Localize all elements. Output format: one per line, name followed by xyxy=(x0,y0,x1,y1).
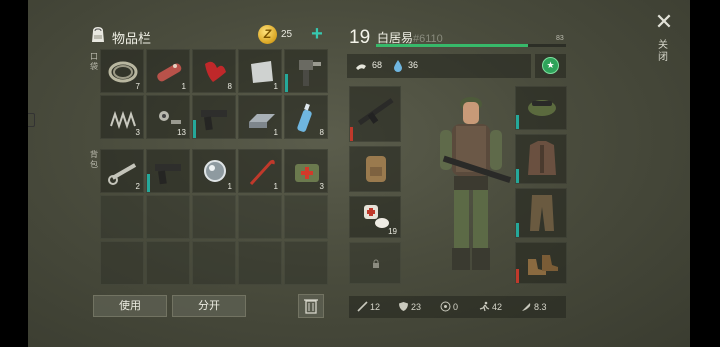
backpack-slot-first-aid-kit[interactable]: 3 xyxy=(284,149,328,193)
head-slot[interactable] xyxy=(515,86,567,130)
backpack-icon xyxy=(92,27,104,42)
weight-stat: 8.3 xyxy=(521,301,547,312)
torso-slot[interactable] xyxy=(515,134,567,184)
pocket-slot-pistol[interactable] xyxy=(192,95,236,139)
backpack-slot[interactable] xyxy=(349,146,401,192)
pocket-slot-rope[interactable]: 7 xyxy=(100,49,144,93)
backpack-slot-empty[interactable] xyxy=(100,241,144,285)
use-button[interactable]: 使用 xyxy=(93,295,167,317)
character-figure xyxy=(440,97,512,270)
xp-bar xyxy=(376,44,566,47)
close-button[interactable]: ✕ xyxy=(654,11,674,33)
backpack-slot-empty[interactable] xyxy=(284,195,328,239)
backpack-slot-empty[interactable] xyxy=(238,241,282,285)
pocket-slot-metal-sheet[interactable]: 1 xyxy=(238,49,282,93)
pants-icon xyxy=(530,195,554,231)
survival-stats: 68 36 xyxy=(347,54,531,78)
pocket-slot-water-bottle[interactable]: 8 xyxy=(284,95,328,139)
pocket-slot-sausage[interactable]: 1 xyxy=(146,49,190,93)
water-value: 36 xyxy=(408,60,419,70)
backpack-slot-pistol[interactable] xyxy=(146,149,190,193)
feather-icon xyxy=(522,303,531,311)
legs-slot[interactable] xyxy=(515,188,567,238)
backpack-slot-empty[interactable] xyxy=(192,195,236,239)
lock-icon xyxy=(373,259,379,268)
food-value: 68 xyxy=(372,60,383,70)
backpack-slot-empty[interactable] xyxy=(146,195,190,239)
running-icon xyxy=(479,301,490,312)
radiation-icon xyxy=(440,301,451,312)
assault-rifle-icon xyxy=(357,98,394,126)
coin-icon: Z xyxy=(258,25,277,44)
pocket-slot-steel-ingot[interactable]: 1 xyxy=(238,95,282,139)
locked-slot[interactable] xyxy=(349,242,401,284)
radiation-stat: 0 xyxy=(440,301,458,312)
pocket-slot-spring[interactable]: 3 xyxy=(100,95,144,139)
medkit-slot[interactable]: 19 xyxy=(349,196,401,238)
coin-count: 25 xyxy=(281,29,293,40)
water-drop-icon xyxy=(394,60,402,72)
star-badge-icon[interactable]: ★ xyxy=(542,57,559,74)
backpack-gear-icon xyxy=(366,156,386,182)
boots-icon xyxy=(528,255,558,275)
backpack-slot-empty[interactable] xyxy=(238,195,282,239)
weapon-slot-rifle[interactable] xyxy=(349,86,401,142)
device-edge-mark xyxy=(28,113,35,127)
pocket-slot-hand-drill[interactable] xyxy=(284,49,328,93)
defense-stat: 23 xyxy=(398,301,421,312)
shield-icon xyxy=(399,302,408,311)
backpack-slot-glass-lens[interactable]: 1 xyxy=(192,149,236,193)
xp-bar-fill xyxy=(376,44,528,47)
combat-stats: 12 23 0 42 8.3 xyxy=(349,296,566,318)
badge-cell: ★ xyxy=(535,54,566,78)
inventory-title: 物品栏 xyxy=(112,31,152,46)
trash-icon xyxy=(304,299,318,314)
sword-icon xyxy=(357,301,368,312)
inventory-header: 物品栏 Z 25 + xyxy=(90,23,326,46)
xp-value: 83 xyxy=(556,35,564,42)
helmet-icon xyxy=(528,100,556,116)
food-icon xyxy=(356,64,366,70)
pocket-slot-red-cloth[interactable]: 8 xyxy=(192,49,236,93)
split-button[interactable]: 分开 xyxy=(172,295,246,317)
pistol-icon xyxy=(201,110,227,131)
add-coins-button[interactable]: + xyxy=(308,23,326,45)
backpack-label: 背包 xyxy=(90,150,98,169)
backpack-slot-empty[interactable] xyxy=(284,241,328,285)
close-label[interactable]: 关闭 xyxy=(657,40,669,64)
backpack-slot-empty[interactable] xyxy=(146,241,190,285)
feet-slot[interactable] xyxy=(515,242,567,284)
game-screen: 物品栏 Z 25 + 口袋 背包 7 1 8 1 3 13 1 8 2 1 1 … xyxy=(28,0,690,347)
backpack-slot-wrench[interactable]: 2 xyxy=(100,149,144,193)
trash-button[interactable] xyxy=(298,294,324,318)
backpack-slot-crowbar[interactable]: 1 xyxy=(238,149,282,193)
pistol-icon xyxy=(155,164,181,185)
backpack-slot-empty[interactable] xyxy=(100,195,144,239)
jacket-icon xyxy=(528,141,556,175)
hand-drill-icon xyxy=(299,60,321,86)
pocket-slot-nuts-bolts[interactable]: 13 xyxy=(146,95,190,139)
pockets-label: 口袋 xyxy=(90,52,98,71)
attack-stat: 12 xyxy=(357,301,380,312)
backpack-slot-empty[interactable] xyxy=(192,241,236,285)
speed-stat: 42 xyxy=(479,301,502,312)
character-level: 19 xyxy=(349,27,371,48)
